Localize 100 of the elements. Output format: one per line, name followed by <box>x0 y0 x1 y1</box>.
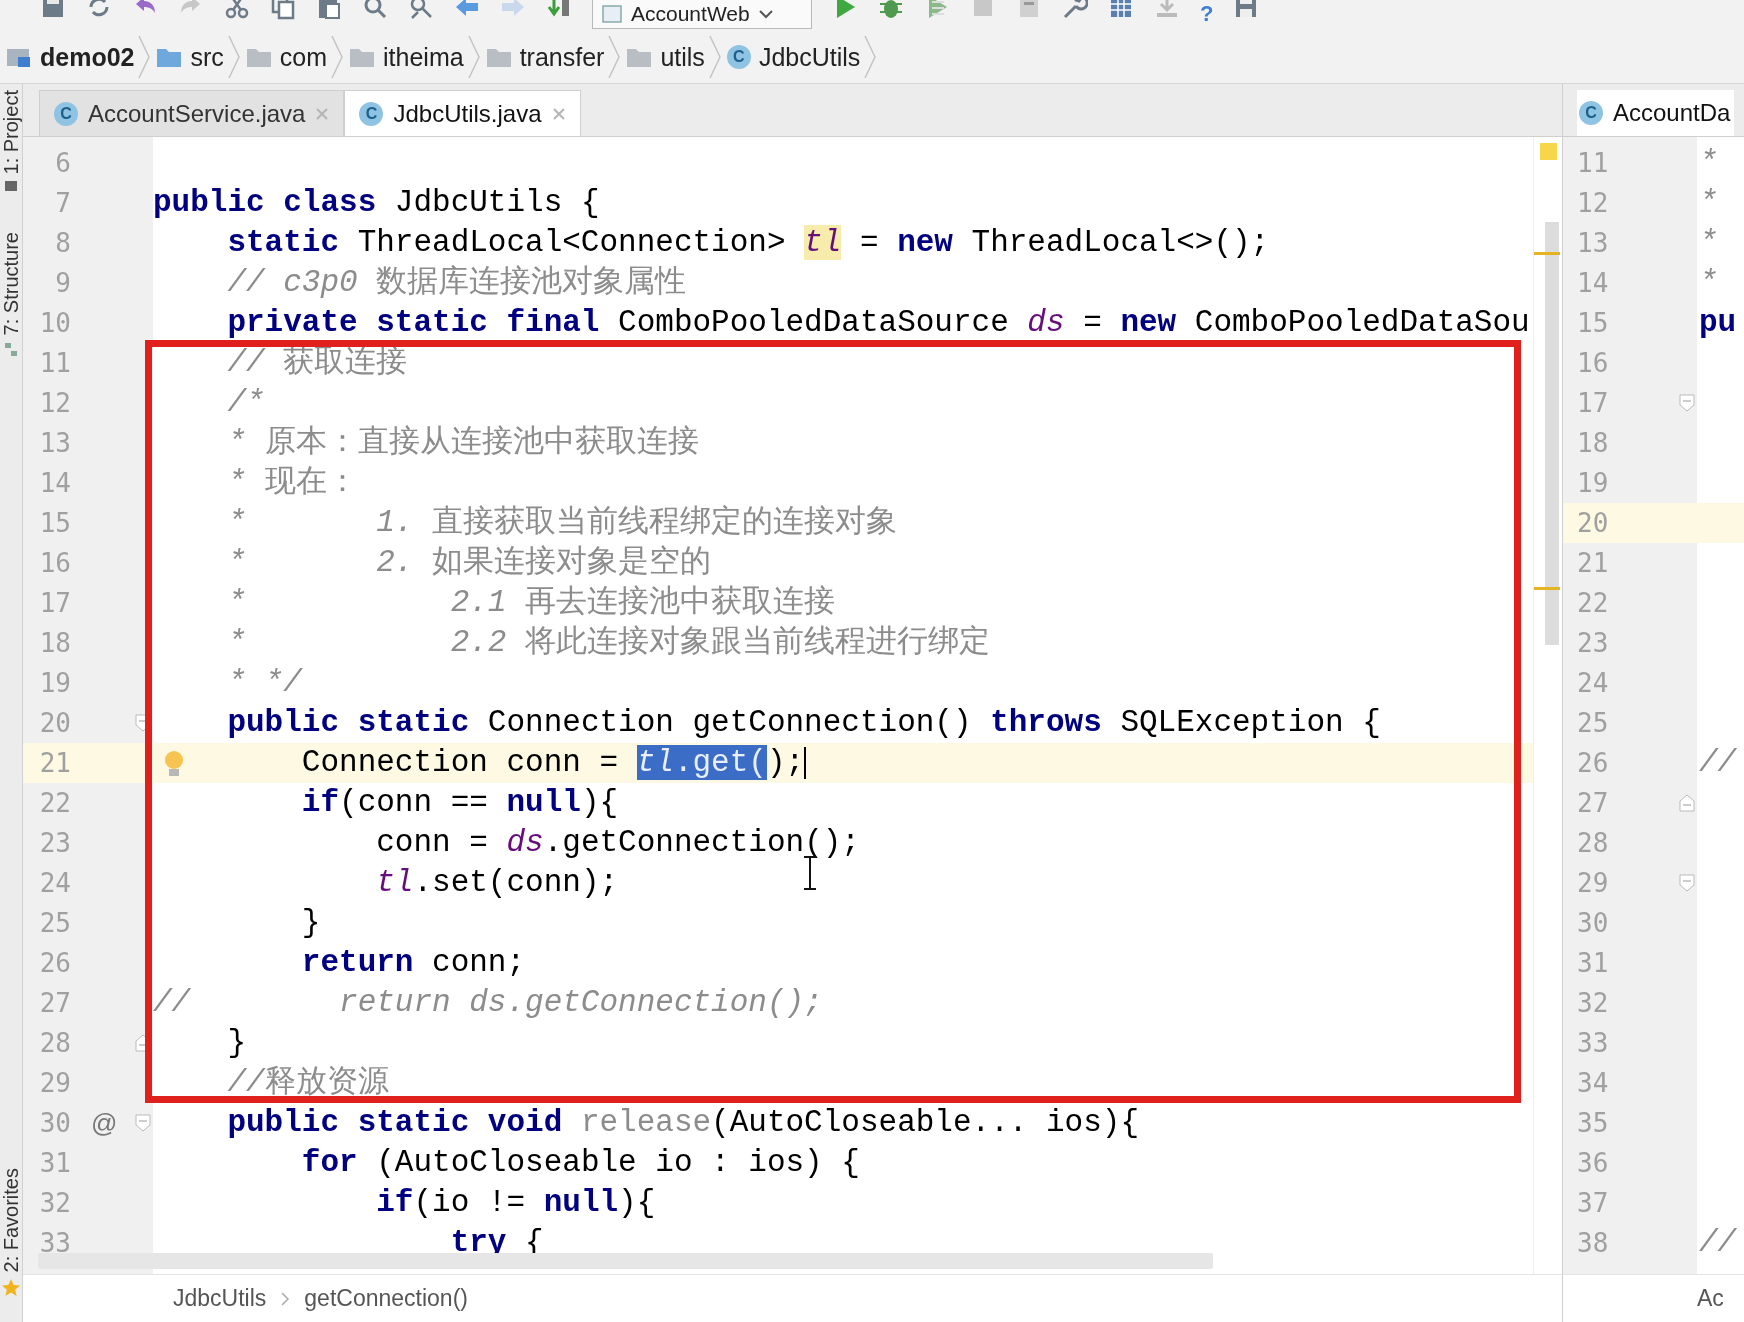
line-number: 32 <box>38 1188 71 1218</box>
close-icon[interactable] <box>551 106 566 121</box>
line-number: 14 <box>38 468 71 498</box>
replace-icon[interactable] <box>408 0 434 20</box>
code-line: for (AutoCloseable io : ios) { <box>300 1144 860 1182</box>
line-number: 16 <box>1577 348 1609 378</box>
copy-icon[interactable] <box>270 0 296 20</box>
code-line: * 2.2 将此连接对象跟当前线程进行绑定 <box>226 624 991 662</box>
code-line: return conn; <box>300 944 526 982</box>
code-line: * 现在： <box>226 464 358 502</box>
line-number: 25 <box>38 908 71 938</box>
line-number: 35 <box>1577 1108 1609 1138</box>
line-number: 19 <box>38 668 71 698</box>
code-line: * 2.1 再去连接池中获取连接 <box>226 584 836 622</box>
line-number: 13 <box>38 428 71 458</box>
code-line: static ThreadLocal<Connection> tl = new ThreadLocal<>(); <box>226 224 1270 262</box>
code-line: tl.set(conn); <box>375 864 619 902</box>
line-number: 22 <box>1577 588 1609 618</box>
line-number: 22 <box>38 788 71 818</box>
editor-tab[interactable]: C JdbcUtils.java <box>344 90 581 136</box>
code-line: * <box>1699 144 1718 182</box>
chevron-icon <box>227 35 240 79</box>
folder-icon <box>626 46 653 68</box>
close-icon[interactable] <box>315 106 330 121</box>
fold-icon <box>135 1114 151 1132</box>
line-number: 31 <box>38 1148 71 1178</box>
code-line: } <box>300 904 321 942</box>
line-number: 27 <box>38 988 71 1018</box>
download-icon[interactable] <box>1154 0 1180 20</box>
bug-icon[interactable] <box>878 0 904 20</box>
help-icon[interactable]: ? <box>1200 0 1214 28</box>
line-number: 11 <box>38 348 71 378</box>
code-line: Connection conn = tl.get(); <box>300 744 807 782</box>
line-number: 28 <box>1577 828 1609 858</box>
chevron-icon <box>467 35 480 79</box>
line-number: 24 <box>38 868 71 898</box>
horizontal-scrollbar[interactable] <box>38 1253 1213 1269</box>
line-number: 18 <box>1577 428 1609 458</box>
breadcrumb-item[interactable]: Ac <box>1697 1285 1724 1312</box>
breadcrumb-item[interactable]: com <box>279 42 328 72</box>
code-line: // c3p0 数据库连接池对象属性 <box>226 264 687 302</box>
breadcrumb-item[interactable]: JdbcUtils <box>173 1285 267 1312</box>
line-number: 7 <box>54 188 71 218</box>
fold-icon <box>1679 874 1695 892</box>
save-icon[interactable] <box>40 0 66 20</box>
paste-icon[interactable] <box>316 0 342 20</box>
structure-icon <box>4 341 18 358</box>
chevron-icon <box>864 35 877 79</box>
grid-icon[interactable] <box>1108 0 1134 20</box>
line-number: 16 <box>38 548 71 578</box>
line-number: 17 <box>38 588 71 618</box>
code-line: private static final ComboPooledDataSource ds = new ComboPooledDataSou <box>226 304 1530 342</box>
lightbulb-icon[interactable] <box>163 749 185 779</box>
line-number: 23 <box>1577 628 1609 658</box>
line-number: 8 <box>54 228 71 258</box>
breadcrumb-item[interactable]: transfer <box>519 42 605 72</box>
cut-icon[interactable] <box>224 0 250 20</box>
breadcrumb-item[interactable]: itheima <box>383 42 464 72</box>
line-number: 24 <box>1577 668 1609 698</box>
tool-window-label[interactable]: 2: Favorites <box>0 1167 22 1272</box>
line-number: 33 <box>1577 1028 1609 1058</box>
tool-window-label[interactable]: 1: Project <box>0 90 22 175</box>
class-icon: C <box>726 45 751 69</box>
search-icon[interactable] <box>362 0 388 20</box>
line-number: 31 <box>1577 948 1609 978</box>
code-line: public static Connection getConnection() throws SQLException { <box>226 704 1381 742</box>
wrench-icon[interactable] <box>1062 0 1088 20</box>
breadcrumb-item[interactable]: demo02 <box>40 42 135 72</box>
line-number: 37 <box>1577 1188 1609 1218</box>
code-line: } <box>226 1024 246 1062</box>
line-number: 29 <box>38 1068 71 1098</box>
line-number: 32 <box>1577 988 1609 1018</box>
breadcrumb-item[interactable]: utils <box>660 42 705 72</box>
folder-icon <box>245 46 272 68</box>
breadcrumb-item[interactable]: src <box>190 42 224 72</box>
breadcrumb-item[interactable]: JdbcUtils <box>758 42 861 72</box>
code-line: // 获取连接 <box>226 344 408 382</box>
tool-window-label[interactable]: 7: Structure <box>0 232 22 336</box>
line-number: 15 <box>1577 308 1609 338</box>
line-number: 18 <box>38 628 71 658</box>
line-number: 21 <box>1577 548 1609 578</box>
code-line: // <box>1699 744 1737 782</box>
editor-tab[interactable]: C AccountService.java <box>39 90 345 136</box>
class-icon: C <box>359 101 384 126</box>
line-number: 12 <box>38 388 71 418</box>
line-number: 30 <box>1577 908 1609 938</box>
breadcrumb-item[interactable]: getConnection() <box>304 1285 468 1312</box>
warning-marker <box>1534 587 1560 590</box>
chevron-icon <box>708 35 721 79</box>
class-icon: C <box>1579 101 1603 125</box>
code-line: // <box>1699 1224 1737 1262</box>
star-icon <box>1 1278 21 1298</box>
code-line: conn = ds.getConnection(); <box>375 824 860 862</box>
code-line: public class JdbcUtils { <box>153 184 600 222</box>
editor-tab[interactable]: C AccountDa <box>1577 90 1735 136</box>
run-config-dropdown[interactable]: AccountWeb <box>592 0 812 29</box>
chevron-icon <box>608 35 621 79</box>
window-icon <box>601 3 623 25</box>
line-number: 36 <box>1577 1148 1609 1178</box>
scrollbar-thumb[interactable] <box>1545 222 1559 645</box>
